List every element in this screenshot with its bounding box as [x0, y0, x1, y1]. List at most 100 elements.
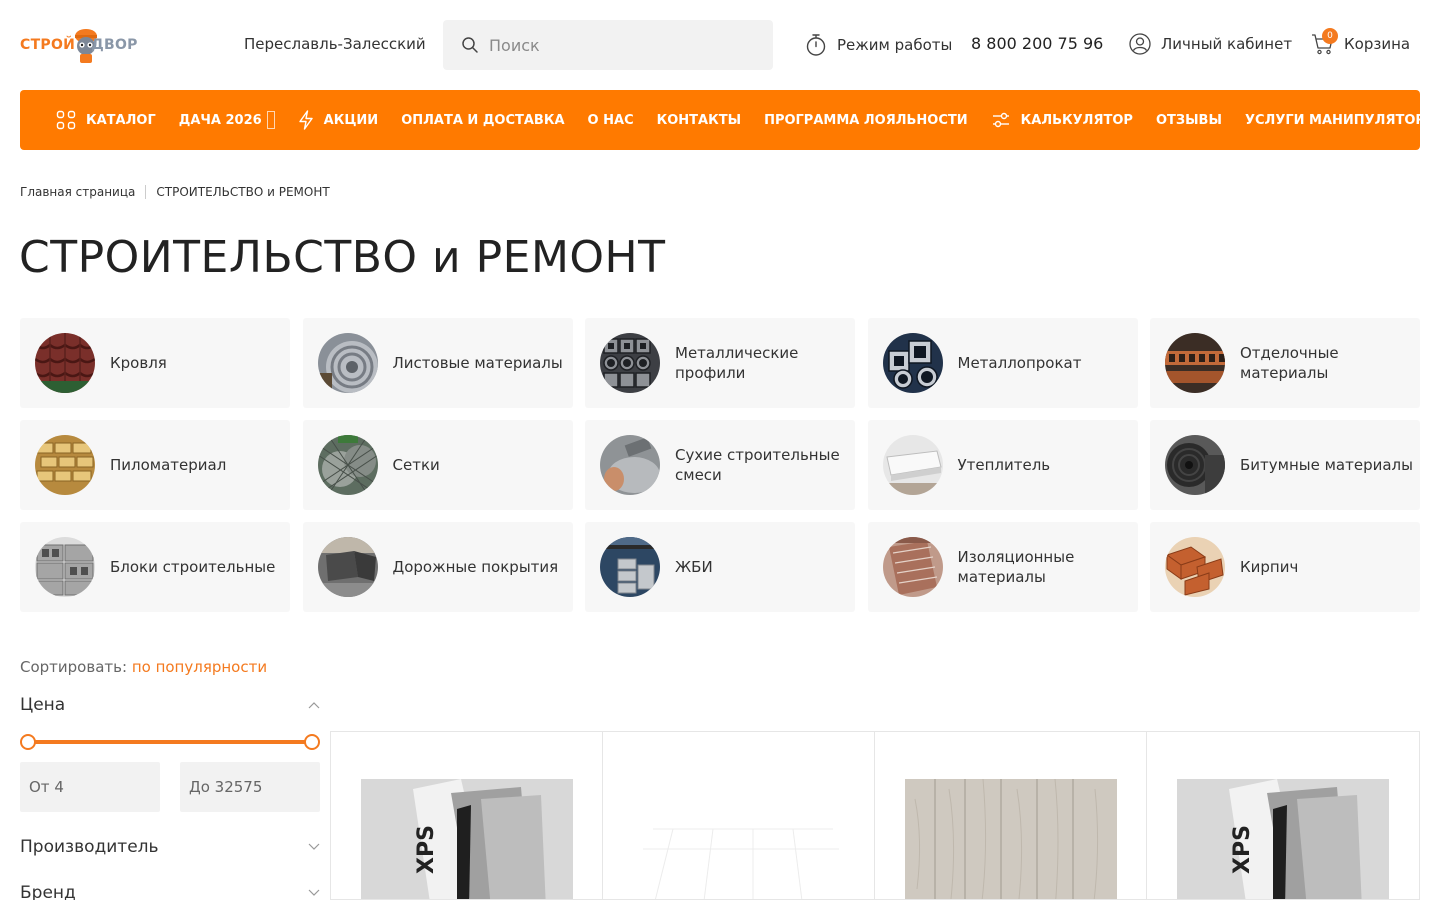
main-nav: КАТАЛОГ ДАЧА 2026 АКЦИИ ОПЛАТА И ДОСТАВК…	[20, 90, 1435, 150]
category-label: Дорожные покрытия	[392, 558, 559, 576]
lumber-image	[35, 435, 95, 495]
filter-brand-title: Бренд	[20, 883, 76, 900]
search-box[interactable]	[443, 20, 773, 70]
search-icon	[462, 37, 478, 53]
price-to-input[interactable]	[180, 762, 320, 812]
phone-link[interactable]: 8 800 200 75 96	[971, 34, 1103, 53]
breadcrumb-current: СТРОИТЕЛЬСТВО и РЕМОНТ	[156, 185, 330, 199]
category-tile-road-surfaces[interactable]: Дорожные покрытия	[302, 522, 573, 612]
search-input[interactable]	[489, 35, 749, 55]
nav-item-payment-delivery[interactable]: ОПЛАТА И ДОСТАВКА	[401, 113, 564, 128]
grid-icon	[56, 110, 76, 130]
nav-item-catalog[interactable]: КАТАЛОГ	[56, 110, 156, 130]
nav-item-dacha[interactable]: ДАЧА 2026	[179, 111, 275, 129]
filter-manufacturer-header[interactable]: Производитель	[20, 834, 320, 860]
chevron-down-icon	[308, 843, 320, 850]
sort-value-dropdown[interactable]: по популярности	[132, 658, 267, 676]
nav-label: ДАЧА 2026	[178, 112, 262, 128]
product-card[interactable]	[603, 732, 875, 899]
sort-control: Сортировать: по популярности	[20, 658, 267, 676]
category-label: Блоки строительные	[110, 558, 276, 576]
category-label: Металлопрокат	[957, 354, 1082, 372]
nav-item-about[interactable]: О НАС	[588, 113, 634, 128]
nav-item-sales[interactable]: АКЦИИ	[298, 110, 379, 130]
building-blocks-image	[35, 537, 95, 597]
meshes-image	[317, 435, 378, 495]
missing-glyph-icon	[266, 111, 275, 129]
wood-laminate-image	[905, 779, 1117, 899]
reinforced-concrete-image	[600, 537, 660, 597]
account-label: Личный кабинет	[1161, 35, 1293, 53]
category-grid: Кровля Листовые материалы Металлические …	[20, 318, 1420, 612]
category-tile-dry-mixes[interactable]: Сухие строительные смеси	[585, 420, 855, 510]
category-label: Изоляционные материалы	[957, 548, 1075, 586]
chevron-up-icon	[308, 702, 320, 709]
nav-label: УСЛУГИ МАНИПУЛЯТОРА	[1244, 112, 1436, 128]
logo-text: СТРОЙ ДВОР	[20, 37, 138, 53]
category-label: ЖБИ	[675, 558, 713, 576]
account-link[interactable]: Личный кабинет	[1129, 33, 1292, 55]
filter-brand-header[interactable]: Бренд	[20, 880, 320, 900]
work-hours-link[interactable]: Режим работы	[805, 33, 952, 57]
category-tile-finishing-materials[interactable]: Отделочные материалы	[1150, 318, 1420, 408]
price-range-slider[interactable]	[20, 734, 320, 750]
lightning-icon	[298, 110, 313, 130]
product-card[interactable]	[875, 732, 1147, 899]
price-from-input[interactable]	[20, 762, 160, 812]
filter-price-title: Цена	[20, 695, 66, 715]
road-surfaces-image	[317, 537, 378, 597]
nav-item-reviews[interactable]: ОТЗЫВЫ	[1156, 113, 1222, 128]
chevron-down-icon	[308, 889, 320, 896]
site-logo[interactable]: СТРОЙ ДВОР	[20, 24, 142, 66]
dry-mixes-image	[600, 435, 660, 495]
price-min-handle[interactable]	[20, 734, 36, 750]
category-tile-lumber[interactable]: Пиломатериал	[20, 420, 290, 510]
category-tile-roofing[interactable]: Кровля	[20, 318, 290, 408]
breadcrumb: Главная страница СТРОИТЕЛЬСТВО и РЕМОНТ	[20, 185, 330, 199]
category-tile-meshes[interactable]: Сетки	[302, 420, 573, 510]
category-label: Кирпич	[1240, 558, 1299, 576]
category-label: Отделочные материалы	[1240, 344, 1339, 382]
price-inputs	[20, 762, 320, 812]
nav-label: АКЦИИ	[323, 112, 379, 128]
filter-manufacturer-title: Производитель	[20, 837, 159, 857]
white-grid-panel-image	[633, 779, 845, 899]
category-label: Кровля	[110, 354, 167, 372]
user-icon	[1129, 33, 1151, 55]
insulating-materials-image	[882, 537, 943, 597]
city-selector[interactable]: Переславль-Залесский	[244, 35, 426, 53]
nav-item-calculator[interactable]: КАЛЬКУЛЯТОР	[991, 110, 1133, 130]
bitumen-materials-image	[1165, 435, 1225, 495]
stopwatch-icon	[806, 34, 826, 56]
category-tile-building-blocks[interactable]: Блоки строительные	[20, 522, 290, 612]
category-tile-insulation[interactable]: Утеплитель	[867, 420, 1138, 510]
nav-label: ОПЛАТА И ДОСТАВКА	[401, 112, 565, 128]
category-tile-insulating-materials[interactable]: Изоляционные материалы	[867, 522, 1138, 612]
product-card[interactable]: XPS	[331, 732, 603, 899]
product-card[interactable]: XPS	[1147, 732, 1419, 899]
breadcrumb-separator	[145, 185, 147, 199]
nav-label: О НАС	[587, 112, 634, 128]
category-tile-rolled-metal[interactable]: Металлопрокат	[867, 318, 1138, 408]
nav-item-contacts[interactable]: КОНТАКТЫ	[657, 113, 741, 128]
sort-label: Сортировать:	[20, 658, 128, 676]
category-tile-metal-profiles[interactable]: Металлические профили	[585, 318, 855, 408]
breadcrumb-home[interactable]: Главная страница	[20, 185, 135, 199]
insulation-image	[882, 435, 943, 495]
nav-item-manipulator[interactable]: УСЛУГИ МАНИПУЛЯТОРА	[1245, 113, 1435, 128]
svg-text:XPS: XPS	[414, 825, 439, 874]
category-tile-bitumen-materials[interactable]: Битумные материалы	[1150, 420, 1420, 510]
page-title: СТРОИТЕЛЬСТВО и РЕМОНТ	[19, 232, 666, 283]
filter-price-header[interactable]: Цена	[20, 692, 320, 718]
category-label: Металлические профили	[675, 344, 799, 382]
nav-label: ПРОГРАММА ЛОЯЛЬНОСТИ	[764, 112, 968, 128]
price-max-handle[interactable]	[304, 734, 320, 750]
nav-item-loyalty[interactable]: ПРОГРАММА ЛОЯЛЬНОСТИ	[764, 113, 968, 128]
category-label: Листовые материалы	[392, 354, 563, 372]
work-hours-label: Режим работы	[837, 36, 953, 54]
finishing-materials-image	[1165, 333, 1225, 393]
category-tile-sheet-materials[interactable]: Листовые материалы	[302, 318, 573, 408]
category-label: Сухие строительные смеси	[675, 446, 840, 484]
category-tile-brick[interactable]: Кирпич	[1150, 522, 1420, 612]
category-tile-reinforced-concrete[interactable]: ЖБИ	[585, 522, 855, 612]
